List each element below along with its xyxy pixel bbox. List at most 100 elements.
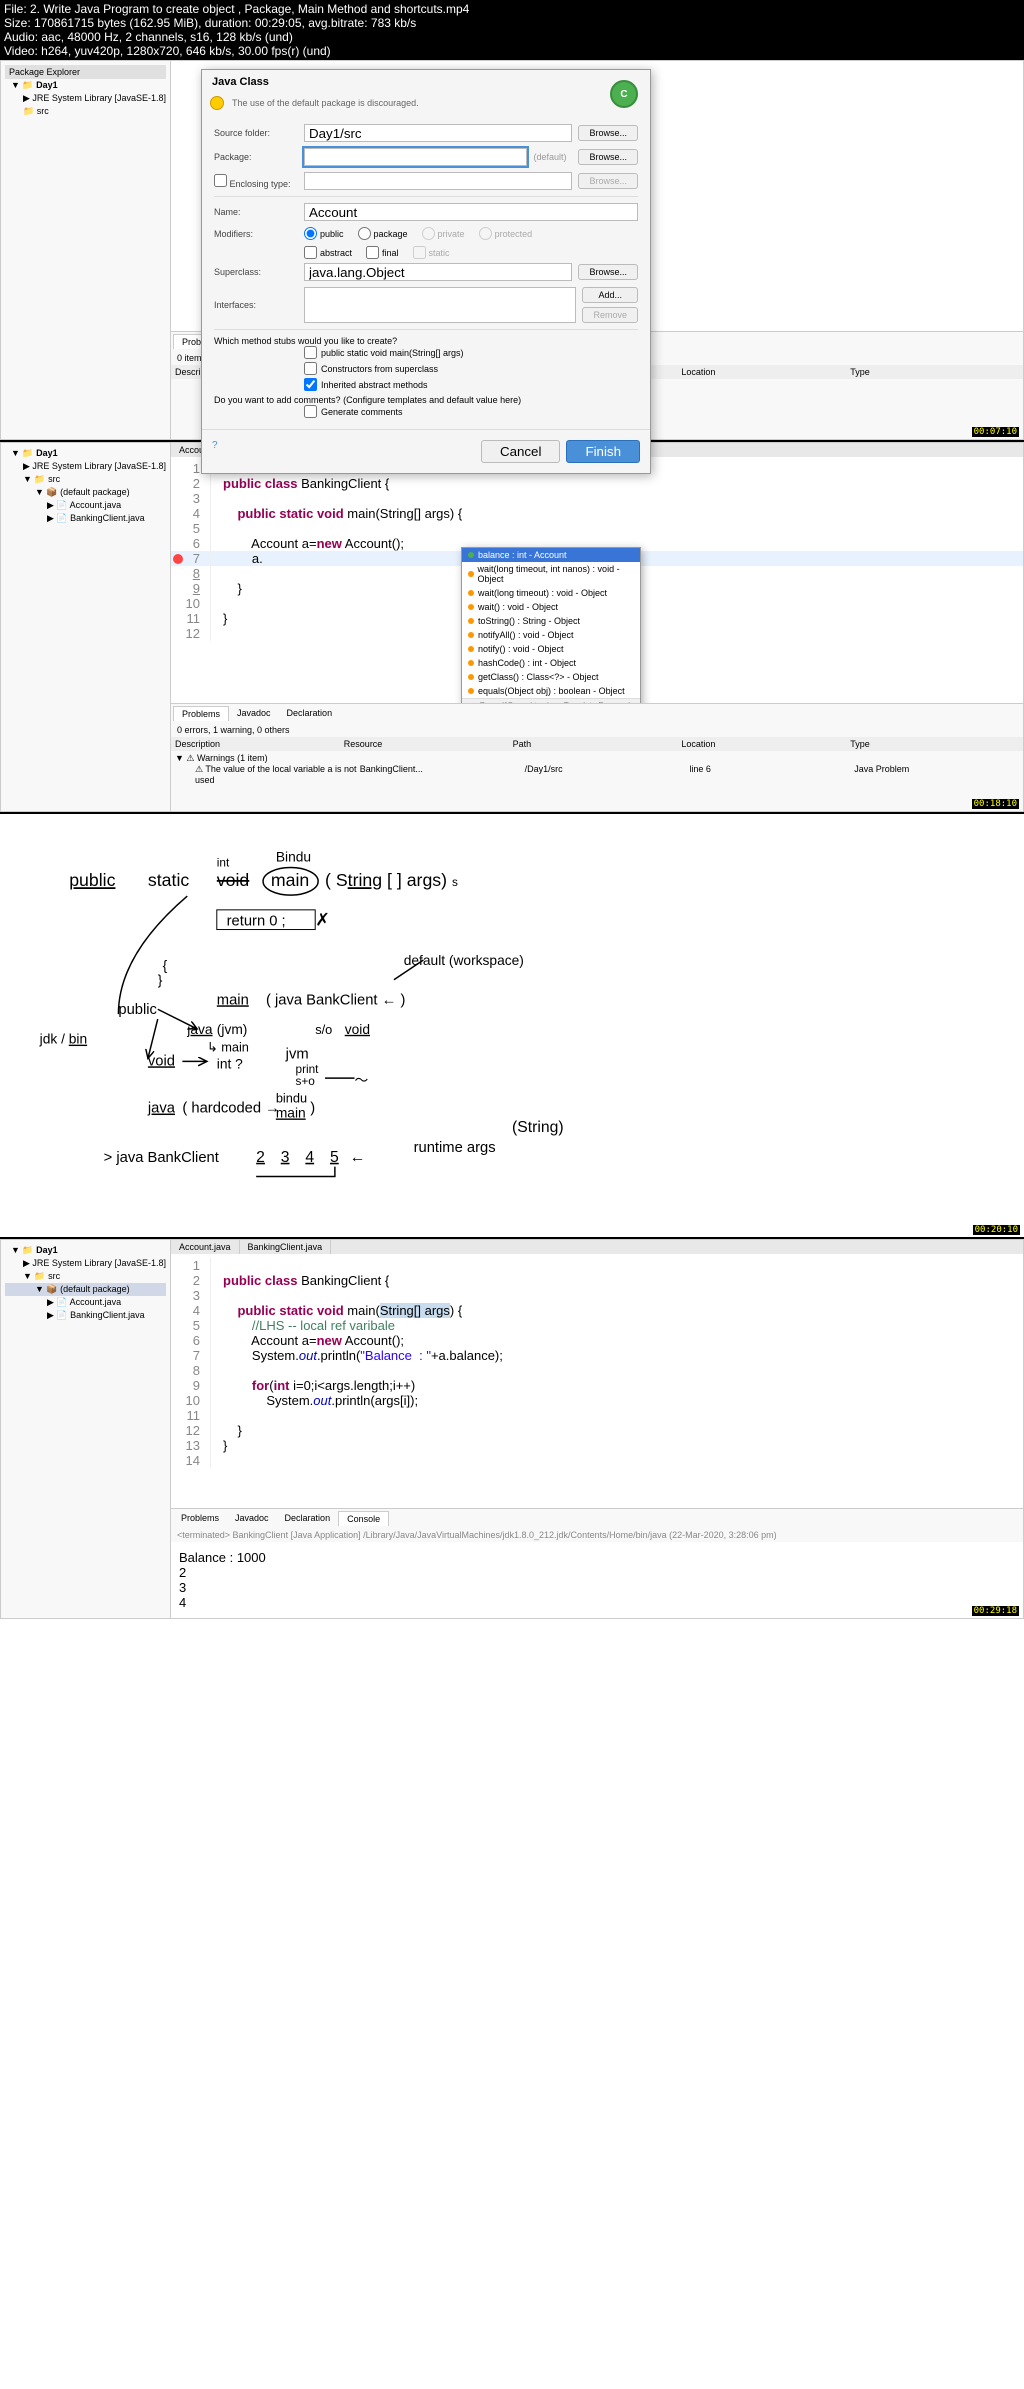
autocomplete-item[interactable]: balance : int - Account	[462, 548, 640, 562]
svg-text:static: static	[148, 870, 189, 890]
code-editor-2[interactable]: 1 2public class BankingClient { 3 4 publ…	[171, 457, 1023, 645]
file1-node-4[interactable]: ▶ 📄 Account.java	[5, 1296, 166, 1309]
pkg-node-4[interactable]: ▼ 📦 (default package)	[5, 1283, 166, 1296]
file2-node-2[interactable]: ▶ 📄 BankingClient.java	[5, 512, 166, 525]
svg-text:Bindu: Bindu	[276, 850, 311, 865]
autocomplete-item[interactable]: wait() : void - Object	[462, 600, 640, 614]
file-info-header: File: 2. Write Java Program to create ob…	[0, 0, 1024, 60]
tab-bankingclient-4[interactable]: BankingClient.java	[240, 1240, 332, 1254]
name-label: Name:	[214, 207, 304, 217]
declaration-tab-2[interactable]: Declaration	[279, 706, 341, 721]
handwritten-diagram: Bindu public static void int main ( Stri…	[20, 834, 1004, 1214]
autocomplete-item[interactable]: notify() : void - Object	[462, 642, 640, 656]
browse-package-btn[interactable]: Browse...	[578, 149, 638, 165]
svg-text:void: void	[217, 870, 249, 890]
timestamp-1: 00:07:10	[972, 427, 1019, 437]
pkg-node-2[interactable]: ▼ 📦 (default package)	[5, 486, 166, 499]
project-node-2[interactable]: ▼ 📁 Day1	[5, 447, 166, 460]
svg-text:public: public	[118, 1002, 157, 1018]
console-header: <terminated> BankingClient [Java Applica…	[171, 1528, 1023, 1542]
mod-abstract[interactable]	[304, 246, 317, 259]
svg-text:4: 4	[305, 1149, 314, 1166]
mod-package[interactable]	[358, 227, 371, 240]
finish-button[interactable]: Finish	[566, 440, 640, 463]
superclass-input[interactable]	[304, 263, 572, 281]
svg-text:(jvm): (jvm)	[217, 1022, 248, 1037]
autocomplete-item[interactable]: wait(long timeout) : void - Object	[462, 586, 640, 600]
autocomplete-item[interactable]: notifyAll() : void - Object	[462, 628, 640, 642]
autocomplete-item[interactable]: wait(long timeout, int nanos) : void - O…	[462, 562, 640, 586]
interfaces-box[interactable]	[304, 287, 576, 323]
sidebar-title: Package Explorer	[5, 65, 166, 79]
jre-node-2[interactable]: ▶ JRE System Library [JavaSE-1.8]	[5, 460, 166, 473]
browse-super-btn[interactable]: Browse...	[578, 264, 638, 280]
warnings-group[interactable]: ▼ ⚠ Warnings (1 item)	[175, 753, 1019, 764]
svg-text:s/o: s/o	[315, 1022, 332, 1037]
gen-comments-check[interactable]	[304, 405, 317, 418]
src-node[interactable]: 📁 src	[5, 105, 166, 118]
file-line: File: 2. Write Java Program to create ob…	[4, 2, 1020, 16]
code-editor-4[interactable]: 1 2public class BankingClient { 3 4 publ…	[171, 1254, 1023, 1472]
superclass-label: Superclass:	[214, 267, 304, 277]
timestamp-2: 00:18:10	[972, 799, 1019, 809]
jre-node-4[interactable]: ▶ JRE System Library [JavaSE-1.8]	[5, 1257, 166, 1270]
problems-tab-2[interactable]: Problems	[173, 706, 229, 721]
stub-main-check[interactable]	[304, 346, 317, 359]
source-folder-label: Source folder:	[214, 128, 304, 138]
stub-ctor-check[interactable]	[304, 362, 317, 375]
svg-text:main: main	[217, 992, 249, 1008]
name-input[interactable]	[304, 203, 638, 221]
autocomplete-item[interactable]: hashCode() : int - Object	[462, 656, 640, 670]
autocomplete-item[interactable]: equals(Object obj) : boolean - Object	[462, 684, 640, 698]
svg-text:main: main	[276, 1105, 306, 1120]
problems-panel-2: Problems Javadoc Declaration 0 errors, 1…	[171, 703, 1023, 811]
package-explorer: Package Explorer ▼ 📁 Day1 ▶ JRE System L…	[1, 61, 171, 439]
comments-question: Do you want to add comments? (Configure …	[214, 395, 638, 405]
enclosing-check[interactable]	[214, 174, 227, 187]
svg-text:✗: ✗	[315, 910, 330, 930]
tab-account-4[interactable]: Account.java	[171, 1240, 240, 1254]
declaration-tab-4[interactable]: Declaration	[277, 1511, 339, 1526]
src-node-4[interactable]: ▼ 📁 src	[5, 1270, 166, 1283]
svg-text:5: 5	[330, 1149, 339, 1166]
autocomplete-item[interactable]: getClass() : Class<?> - Object	[462, 670, 640, 684]
console-panel: Problems Javadoc Declaration Console <te…	[171, 1508, 1023, 1618]
svg-text:java: java	[186, 1022, 213, 1037]
add-interface-btn[interactable]: Add...	[582, 287, 638, 303]
editor-area-4: Account.java BankingClient.java 1 2publi…	[171, 1240, 1023, 1618]
dialog-warning: The use of the default package is discou…	[202, 94, 650, 116]
svg-text:void: void	[345, 1022, 370, 1037]
dialog-title: Java Class	[202, 70, 650, 94]
mod-final[interactable]	[366, 246, 379, 259]
package-explorer-4: ▼ 📁 Day1 ▶ JRE System Library [JavaSE-1.…	[1, 1240, 171, 1618]
mod-static	[413, 246, 426, 259]
mod-public[interactable]	[304, 227, 317, 240]
cancel-button[interactable]: Cancel	[481, 440, 561, 463]
file2-node-4[interactable]: ▶ 📄 BankingClient.java	[5, 1309, 166, 1322]
svg-text:runtime args: runtime args	[414, 1140, 496, 1156]
problems-tab-4[interactable]: Problems	[173, 1511, 227, 1526]
svg-text:main: main	[271, 870, 309, 890]
package-explorer-2: ▼ 📁 Day1 ▶ JRE System Library [JavaSE-1.…	[1, 443, 171, 811]
javadoc-tab-4[interactable]: Javadoc	[227, 1511, 277, 1526]
package-input[interactable]	[304, 148, 527, 166]
help-icon[interactable]: ?	[212, 440, 218, 463]
console-tab[interactable]: Console	[338, 1511, 389, 1526]
timestamp-4: 00:29:18	[972, 1606, 1019, 1616]
stub-inh-check[interactable]	[304, 378, 317, 391]
project-node-4[interactable]: ▼ 📁 Day1	[5, 1244, 166, 1257]
autocomplete-item[interactable]: toString() : String - Object	[462, 614, 640, 628]
svg-text:(String): (String)	[512, 1119, 564, 1136]
project-node[interactable]: ▼ 📁 Day1	[5, 79, 166, 92]
package-label: Package:	[214, 152, 304, 162]
javadoc-tab-2[interactable]: Javadoc	[229, 706, 279, 721]
svg-text:( hardcoded →: ( hardcoded →	[182, 1101, 280, 1117]
svg-text:( String [ ] args) s: ( String [ ] args) s	[325, 870, 458, 890]
warning-row[interactable]: ⚠ The value of the local variable a is n…	[175, 764, 1019, 785]
file1-node-2[interactable]: ▶ 📄 Account.java	[5, 499, 166, 512]
browse-source-btn[interactable]: Browse...	[578, 125, 638, 141]
src-node-2[interactable]: ▼ 📁 src	[5, 473, 166, 486]
source-folder-input[interactable]	[304, 124, 572, 142]
jre-node[interactable]: ▶ JRE System Library [JavaSE-1.8]	[5, 92, 166, 105]
svg-text:jdk / bin: jdk / bin	[39, 1032, 87, 1047]
